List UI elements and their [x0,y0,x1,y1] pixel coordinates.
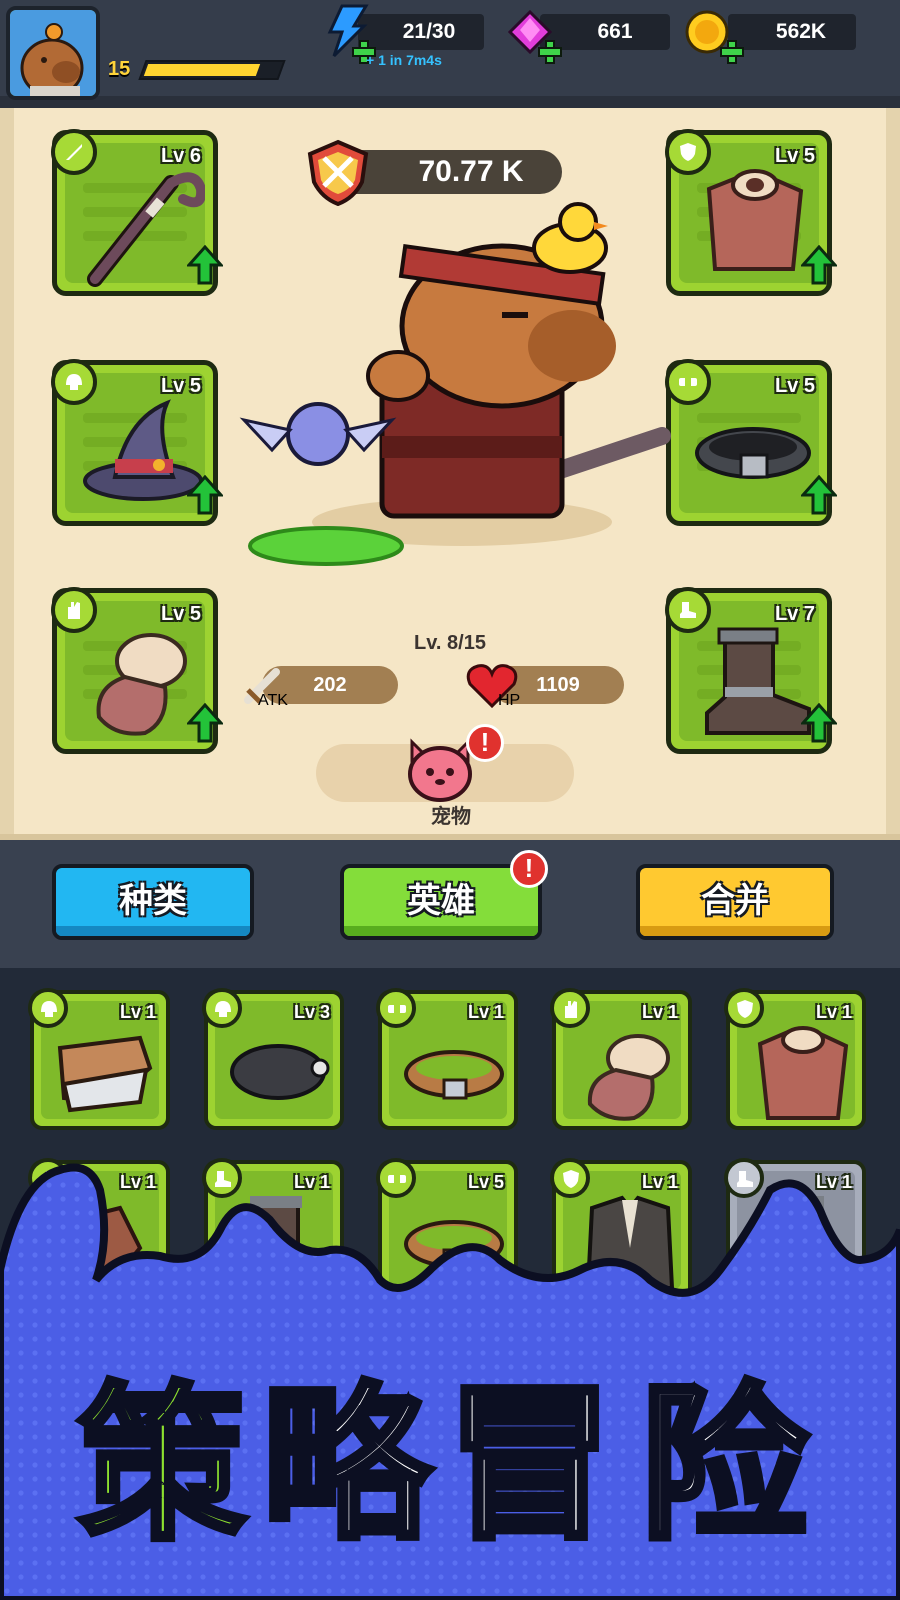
wizard-hat-icon [83,399,203,501]
staff-icon [87,172,205,287]
top-bar: 15 21/30 + 1 in 7m4s 661 562K [0,0,900,110]
equip-slot-helmet[interactable]: Lv 5 [51,359,223,526]
tab-merge[interactable]: 合并 [636,864,834,940]
tab-merge-label: 合并 [701,882,769,920]
upgrade-arrow-icon [801,703,837,743]
fang-helmet-icon [57,1035,153,1113]
xp-bar-fill [143,64,261,76]
leather-armor-icon [757,1026,849,1120]
tab-category-label: 种类 [119,882,187,920]
upgrade-arrow-icon [187,703,223,743]
xp-bar [138,60,286,80]
banner-char-3: 冒 [443,1367,617,1563]
equip-slot-boots[interactable]: Lv 7 [665,587,837,754]
inventory-item[interactable]: Lv 1 [724,988,866,1130]
upgrade-arrow-icon [801,245,837,285]
boot-icon [705,627,811,735]
gold-counter[interactable]: 562K [728,14,856,50]
energy-counter[interactable]: 21/30 [358,14,484,50]
banner-char-4: 险 [637,1367,811,1563]
pet-label: 宠物 [431,806,471,828]
gold-value: 562K [775,20,827,43]
gem-value: 661 [597,20,633,43]
equip-slot-gloves[interactable]: Lv 5 [51,587,223,754]
equip-slot-belt[interactable]: Lv 5 [665,359,837,526]
upgrade-arrow-icon [801,475,837,515]
pet-alert-badge: ! [466,724,504,762]
gem-plus-icon[interactable] [538,40,562,64]
hero-level: Lv. 8/15 [414,632,486,654]
tab-category[interactable]: 种类 [52,864,254,940]
upgrade-arrow-icon [187,245,223,285]
energy-value: 21/30 [402,20,456,43]
inventory-item[interactable]: Lv 1 [550,988,692,1130]
pirate-hat-icon [230,1044,330,1100]
inventory-item[interactable]: Lv 3 [202,988,344,1130]
hp-label: HP [498,692,521,709]
banner-char-1: 策 [75,1367,249,1563]
tab-bar: 种类 英雄 ! 合并 [0,840,900,968]
banner-char-2: 略 [259,1367,433,1563]
equip-slot-armor[interactable]: Lv 5 [665,129,837,296]
hero-tab-alert-badge: ! [510,850,548,888]
atk-label: ATK [258,692,288,709]
inventory-item[interactable]: Lv 1 [28,988,170,1130]
combat-power-value: 70.77 K [418,155,524,188]
hero-capybara-illustration [239,202,671,566]
leather-armor-icon [706,169,804,271]
equip-slot-weapon[interactable]: Lv 6 [51,129,223,296]
capybara-portrait-icon [20,23,84,96]
tab-hero-label: 英雄 [407,882,475,920]
player-level: 15 [108,58,131,80]
player-avatar[interactable] [6,6,100,100]
spiked-belt-icon [695,427,811,479]
energy-regen-timer: + 1 in 7m4s [366,52,442,68]
inventory-item[interactable]: Lv 1 [376,988,518,1130]
gem-counter[interactable]: 661 [540,14,670,50]
upgrade-arrow-icon [187,475,223,515]
gold-plus-icon[interactable] [720,40,744,64]
leather-belt-icon [404,1050,504,1100]
fur-glove-icon [587,1034,670,1121]
fur-glove-icon [96,633,187,736]
